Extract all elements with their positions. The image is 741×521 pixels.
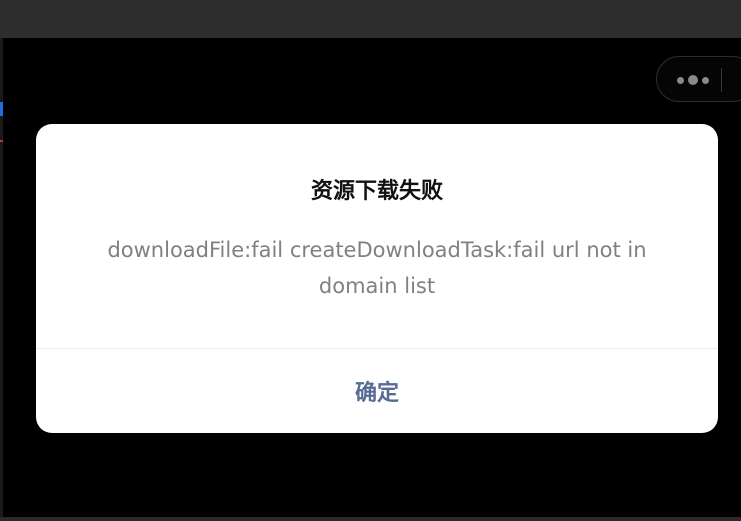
error-dialog: 资源下载失败 downloadFile:fail createDownloadT… <box>36 124 718 433</box>
capsule-divider <box>721 68 722 92</box>
more-dots-icon <box>677 76 684 84</box>
more-dots-icon-center <box>688 75 698 85</box>
left-edge-accent <box>0 102 3 116</box>
menu-capsule <box>656 56 741 102</box>
dialog-message: downloadFile:fail createDownloadTask:fai… <box>107 238 647 298</box>
more-dots-icon-right <box>702 76 709 84</box>
left-edge-marker <box>0 140 3 142</box>
more-button[interactable] <box>673 71 713 89</box>
confirm-button[interactable]: 确定 <box>36 349 718 433</box>
window-titlebar <box>0 0 741 38</box>
bottom-edge <box>0 517 741 521</box>
dialog-title: 资源下载失败 <box>310 179 443 204</box>
